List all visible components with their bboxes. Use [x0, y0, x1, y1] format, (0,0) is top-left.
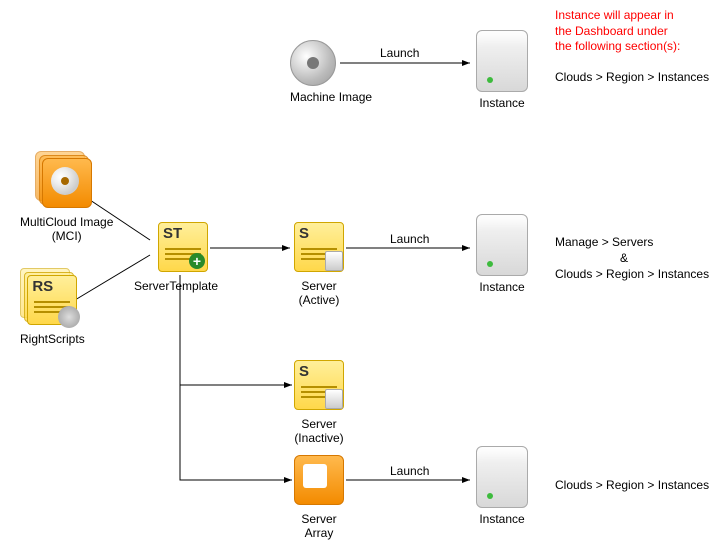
machine-image-label: Machine Image [290, 90, 372, 104]
instance-label-3: Instance [476, 512, 528, 526]
path-row1: Clouds > Region > Instances [555, 70, 709, 86]
server-active-badge: S [299, 225, 309, 242]
server-tower-icon [476, 214, 528, 276]
launch-label-2: Launch [390, 232, 429, 246]
server-active-label: Server (Active) [294, 279, 344, 308]
server-active-node: S Server (Active) [294, 222, 344, 308]
mci-node: MultiCloud Image (MCI) [20, 158, 113, 244]
launch-label-3: Launch [390, 464, 429, 478]
server-active-icon: S [294, 222, 344, 272]
dashboard-note: Instance will appear in the Dashboard un… [555, 8, 680, 55]
instance-label-2: Instance [476, 280, 528, 294]
server-array-node: Server Array [294, 455, 344, 541]
instance-node-1: Instance [476, 30, 528, 110]
servertemplate-icon: ST + [158, 222, 208, 272]
machine-image-node: Machine Image [290, 40, 372, 104]
instance-node-2: Instance [476, 214, 528, 294]
disc-icon [290, 40, 336, 86]
server-inactive-icon: S [294, 360, 344, 410]
mci-icon [42, 158, 92, 208]
servertemplate-node: ST + ServerTemplate [148, 222, 218, 293]
server-inactive-node: S Server (Inactive) [294, 360, 344, 446]
server-tower-icon [476, 446, 528, 508]
path-row2-amp: & [620, 251, 628, 267]
path-row2-line1: Manage > Servers [555, 235, 653, 251]
path-row4: Clouds > Region > Instances [555, 478, 709, 494]
server-array-label: Server Array [294, 512, 344, 541]
rightscripts-node: RS RightScripts [20, 275, 85, 346]
path-row2-line2: Clouds > Region > Instances [555, 267, 709, 283]
rightscripts-badge: RS [32, 278, 53, 295]
plus-icon: + [189, 253, 205, 269]
servertemplate-label: ServerTemplate [134, 279, 218, 293]
servertemplate-badge: ST [163, 225, 182, 242]
rightscripts-label: RightScripts [20, 332, 85, 346]
launch-label-1: Launch [380, 46, 419, 60]
server-inactive-label: Server (Inactive) [294, 417, 344, 446]
server-array-icon [294, 455, 344, 505]
gear-icon [58, 306, 80, 328]
doc-icon [325, 251, 343, 271]
instance-node-3: Instance [476, 446, 528, 526]
mci-label: MultiCloud Image (MCI) [20, 215, 113, 244]
server-inactive-badge: S [299, 363, 309, 380]
rightscripts-icon: RS [27, 275, 77, 325]
doc-icon [325, 389, 343, 409]
instance-label-1: Instance [476, 96, 528, 110]
server-tower-icon [476, 30, 528, 92]
